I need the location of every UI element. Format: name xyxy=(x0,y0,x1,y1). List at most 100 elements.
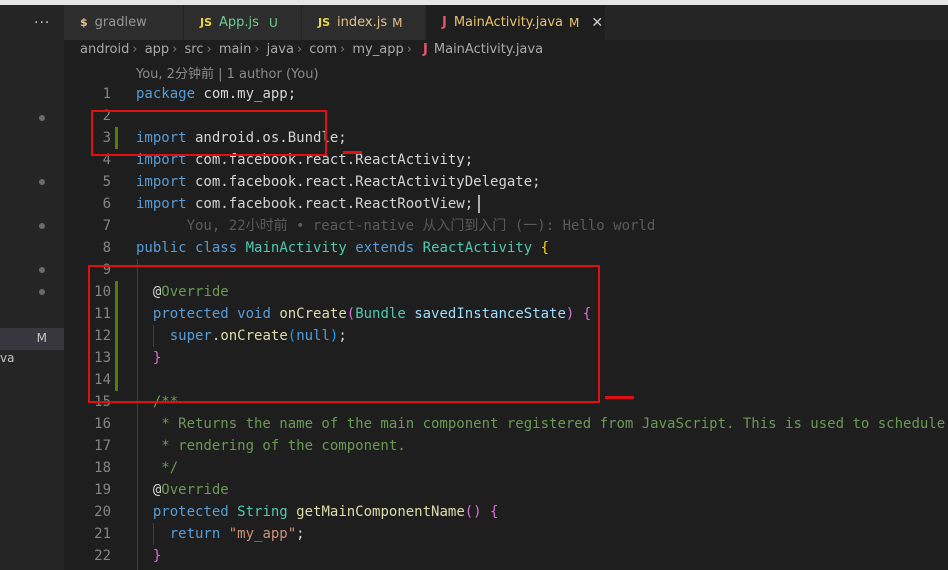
code-text: com.facebook.react.ReactActivityDelegate… xyxy=(186,174,541,190)
tab-status: U xyxy=(268,15,278,30)
tab-label: gradlew xyxy=(94,15,147,30)
code-text: com.facebook.react.ReactRootView; xyxy=(186,196,474,212)
editor-tab-bar: $ gradlew JS App.js U JS index.js M J Ma… xyxy=(64,5,948,40)
shell-file-icon: $ xyxy=(80,16,88,29)
keyword: protected xyxy=(152,504,229,520)
text-cursor xyxy=(478,195,480,213)
js-file-icon: JS xyxy=(318,16,331,29)
modified-badge: M xyxy=(36,331,47,345)
tab-status: M xyxy=(392,15,403,30)
chevron-right-icon: › xyxy=(340,42,346,57)
git-blame-annotation: You, 22小时前 • react-native 从入门到入门 (一): He… xyxy=(136,215,656,237)
code-line[interactable]: @Override xyxy=(136,479,229,501)
tab-mainactivity-java[interactable]: J MainActivity.java M ✕ xyxy=(426,5,606,40)
chevron-right-icon: › xyxy=(132,42,138,57)
modified-dot-icon xyxy=(39,267,45,273)
line-number: 22 xyxy=(94,548,111,564)
annotation: Override xyxy=(161,482,229,498)
keyword: extends xyxy=(355,240,415,256)
code-line[interactable]: * rendering of the component. xyxy=(136,435,406,457)
code-line[interactable]: protected String getMainComponentName() … xyxy=(136,501,499,523)
line-number: 19 xyxy=(94,482,111,498)
comment: * rendering of the component. xyxy=(152,438,406,454)
chevron-right-icon: › xyxy=(172,42,178,57)
modified-dot-icon xyxy=(39,289,45,295)
keyword: package xyxy=(136,86,196,102)
keyword: import xyxy=(136,196,187,212)
modified-dot-icon xyxy=(39,179,45,185)
explorer-selected-item[interactable]: M xyxy=(0,328,64,350)
breadcrumb-item[interactable]: my_app xyxy=(352,42,403,57)
code-line[interactable]: * Returns the name of the main component… xyxy=(136,413,945,435)
chevron-right-icon: › xyxy=(296,42,303,57)
breadcrumb-item[interactable]: java xyxy=(267,42,294,57)
tab-gradlew[interactable]: $ gradlew xyxy=(64,5,184,40)
tab-index-js[interactable]: JS index.js M xyxy=(302,5,426,40)
code-line[interactable]: } xyxy=(136,545,161,567)
breadcrumb-item[interactable]: com xyxy=(309,42,337,57)
breadcrumb: android › app › src › main › java › com › my_a… xyxy=(80,42,543,62)
line-number: 18 xyxy=(94,460,111,476)
line-number: 17 xyxy=(94,438,111,454)
line-number: 1 xyxy=(102,86,111,102)
brace: { xyxy=(540,240,550,256)
code-line[interactable]: */ xyxy=(136,457,178,479)
tab-status: M xyxy=(569,15,580,30)
tab-label: MainActivity.java xyxy=(453,15,564,30)
explorer-sidebar: ··· M va xyxy=(0,5,64,570)
tab-label: index.js xyxy=(337,15,388,30)
java-file-icon: J xyxy=(442,15,447,30)
breadcrumb-item[interactable]: main xyxy=(219,42,251,57)
keyword: import xyxy=(136,174,187,190)
highlight-box xyxy=(91,110,327,156)
keyword: return xyxy=(169,526,221,542)
chevron-right-icon: › xyxy=(254,42,260,57)
breadcrumb-item[interactable]: MainActivity.java xyxy=(434,42,543,57)
string-literal: "my_app" xyxy=(228,526,297,542)
code-line[interactable]: import com.facebook.react.ReactRootView; xyxy=(136,193,473,215)
line-number: 7 xyxy=(102,218,111,234)
code-text: com.my_app; xyxy=(195,86,297,102)
comment: */ xyxy=(152,460,179,476)
line-number: 6 xyxy=(102,196,111,212)
code-line[interactable]: import com.facebook.react.ReactActivityD… xyxy=(136,171,541,193)
keyword: public xyxy=(136,240,187,256)
breadcrumb-item[interactable]: android xyxy=(80,42,129,57)
codelens-authors[interactable]: You, 2分钟前 | 1 author (You) xyxy=(136,63,319,82)
code-line[interactable]: package com.my_app; xyxy=(136,83,296,105)
paren: () xyxy=(464,504,482,520)
line-number: 16 xyxy=(94,416,111,432)
highlight-mark xyxy=(605,396,634,399)
line-number: 21 xyxy=(94,526,111,542)
more-actions-icon[interactable]: ··· xyxy=(34,15,50,31)
tab-label: App.js xyxy=(219,15,259,30)
modified-dot-icon xyxy=(39,223,45,229)
highlight-mark xyxy=(343,151,362,154)
breadcrumb-item[interactable]: app xyxy=(145,42,169,57)
brace: { xyxy=(490,504,499,520)
class-name: MainActivity xyxy=(245,240,347,256)
code-text: ; xyxy=(296,526,305,542)
line-number: 20 xyxy=(94,504,111,520)
js-file-icon: JS xyxy=(200,16,213,29)
line-number: 5 xyxy=(102,174,111,190)
close-icon[interactable]: ✕ xyxy=(591,15,603,31)
explorer-item-label[interactable]: va xyxy=(0,351,14,365)
modified-dot-icon xyxy=(39,115,45,121)
chevron-right-icon: › xyxy=(206,42,212,57)
highlight-box xyxy=(88,265,600,403)
chevron-right-icon: › xyxy=(406,42,412,57)
code-line[interactable]: return "my_app"; xyxy=(136,523,305,545)
java-file-icon: J xyxy=(423,42,428,57)
breadcrumb-item[interactable]: src xyxy=(185,42,204,57)
class-name: ReactActivity xyxy=(422,240,533,256)
blame-text: You, 22小时前 • react-native 从入门到入门 (一): He… xyxy=(136,218,656,234)
keyword: class xyxy=(195,240,238,256)
brace: } xyxy=(152,548,162,564)
function-name: getMainComponentName xyxy=(296,504,465,520)
code-line[interactable]: public class MainActivity extends ReactA… xyxy=(136,237,549,259)
type-name: String xyxy=(237,504,288,520)
line-number: 8 xyxy=(102,240,111,256)
tab-app-js[interactable]: JS App.js U xyxy=(184,5,302,40)
comment: * Returns the name of the main component… xyxy=(152,416,946,432)
